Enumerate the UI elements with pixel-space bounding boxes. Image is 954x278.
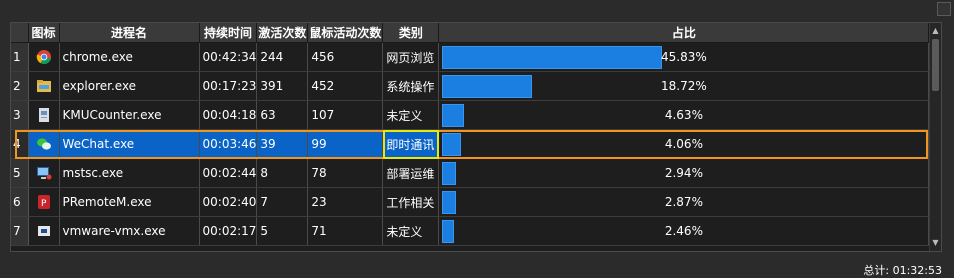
ratio-label: 2.87%	[664, 195, 703, 209]
process-name-cell[interactable]: WeChat.exe	[59, 129, 200, 159]
wechat-icon	[36, 137, 52, 151]
mstsc-icon	[36, 166, 52, 180]
activations-cell[interactable]: 391	[256, 71, 309, 101]
duration-cell[interactable]: 00:17:23	[199, 71, 258, 101]
col-header-category[interactable]: 类别	[382, 23, 440, 43]
table-row[interactable]: 5 mstsc.exe 00:02:44 8 78 部署运维 2.94%	[11, 158, 930, 188]
mouse-activity-cell[interactable]: 456	[307, 42, 384, 72]
duration-cell[interactable]: 00:03:46	[199, 129, 258, 159]
row-index[interactable]: 6	[11, 187, 29, 217]
category-cell[interactable]: 系统操作	[382, 71, 440, 101]
mouse-activity-cell[interactable]: 99	[307, 129, 384, 159]
icon-cell[interactable]	[28, 216, 60, 246]
row-index[interactable]: 4	[11, 129, 29, 159]
ratio-label: 4.06%	[664, 137, 703, 151]
activations-cell[interactable]: 63	[256, 100, 309, 130]
activations-cell[interactable]: 39	[256, 129, 309, 159]
mouse-activity-cell[interactable]: 23	[307, 187, 384, 217]
category-cell[interactable]: 即时通讯	[382, 129, 440, 159]
category-cell[interactable]: 工作相关	[382, 187, 440, 217]
status-bar: 总计: 01:32:53	[0, 252, 954, 277]
duration-cell[interactable]: 00:02:40	[199, 187, 258, 217]
col-header-duration[interactable]: 持续时间	[199, 23, 258, 43]
row-index[interactable]: 1	[11, 42, 29, 72]
ratio-label: 2.46%	[664, 224, 703, 238]
process-name-cell[interactable]: explorer.exe	[59, 71, 200, 101]
col-header-icon[interactable]: 图标	[28, 23, 60, 43]
ratio-label: 4.63%	[664, 108, 703, 122]
col-header-ratio[interactable]: 占比	[438, 23, 930, 43]
duration-cell[interactable]: 00:04:18	[199, 100, 258, 130]
table-row[interactable]: 4 WeChat.exe 00:03:46 39 99 即时通讯 4.06%	[11, 129, 930, 159]
col-header-mouse[interactable]: 鼠标活动次数	[307, 23, 384, 43]
header-row: 图标 进程名 持续时间 激活次数 鼠标活动次数 类别 占比	[11, 23, 930, 43]
icon-cell[interactable]	[28, 42, 60, 72]
scrollbar-thumb[interactable]	[932, 39, 939, 91]
vmware-icon	[36, 224, 52, 238]
chrome-icon	[36, 50, 52, 65]
row-index[interactable]: 2	[11, 71, 29, 101]
premotem-icon: P	[36, 195, 52, 209]
col-header-index[interactable]	[11, 23, 29, 43]
activations-cell[interactable]: 244	[256, 42, 309, 72]
duration-cell[interactable]: 00:02:17	[199, 216, 258, 246]
icon-cell[interactable]	[28, 71, 60, 101]
process-name-cell[interactable]: mstsc.exe	[59, 158, 200, 188]
category-cell[interactable]: 未定义	[382, 100, 440, 130]
col-header-name[interactable]: 进程名	[59, 23, 200, 43]
ratio-cell[interactable]: 2.94%	[438, 158, 930, 188]
row-index[interactable]: 5	[11, 158, 29, 188]
ratio-cell[interactable]: 2.46%	[438, 216, 930, 246]
table-row[interactable]: 6 P PRemoteM.exe 00:02:40 7 23 工作相关 2.87%	[11, 187, 930, 217]
vertical-scrollbar[interactable]: ▲ ▼	[929, 23, 941, 251]
ratio-cell[interactable]: 45.83%	[438, 42, 930, 72]
process-name-cell[interactable]: vmware-vmx.exe	[59, 216, 200, 246]
icon-cell[interactable]	[28, 100, 60, 130]
toolbar	[0, 0, 954, 22]
mouse-activity-cell[interactable]: 452	[307, 71, 384, 101]
mouse-activity-cell[interactable]: 71	[307, 216, 384, 246]
ratio-cell[interactable]: 4.63%	[438, 100, 930, 130]
table-row[interactable]: 7 vmware-vmx.exe 00:02:17 5 71 未定义 2.46%	[11, 216, 930, 246]
ratio-cell[interactable]: 4.06%	[438, 129, 930, 159]
process-grid: 图标 进程名 持续时间 激活次数 鼠标活动次数 类别 占比 1 chrome.ex…	[11, 23, 930, 246]
ratio-label: 18.72%	[661, 79, 707, 93]
scroll-up-arrow-icon[interactable]: ▲	[930, 25, 941, 37]
category-cell[interactable]: 部署运维	[382, 158, 440, 188]
scroll-down-arrow-icon[interactable]: ▼	[930, 237, 941, 249]
process-table[interactable]: 图标 进程名 持续时间 激活次数 鼠标活动次数 类别 占比 1 chrome.ex…	[10, 22, 942, 252]
table-row[interactable]: 2 explorer.exe 00:17:23 391 452 系统操作 18.72%	[11, 71, 930, 101]
icon-cell[interactable]	[28, 129, 60, 159]
mouse-activity-cell[interactable]: 107	[307, 100, 384, 130]
svg-text:P: P	[41, 199, 47, 209]
toolbar-button[interactable]	[937, 2, 951, 16]
category-cell[interactable]: 网页浏览	[382, 42, 440, 72]
duration-cell[interactable]: 00:02:44	[199, 158, 258, 188]
activations-cell[interactable]: 5	[256, 216, 309, 246]
icon-cell[interactable]: P	[28, 187, 60, 217]
explorer-icon	[36, 79, 52, 93]
row-index[interactable]: 3	[11, 100, 29, 130]
mouse-activity-cell[interactable]: 78	[307, 158, 384, 188]
duration-cell[interactable]: 00:42:34	[199, 42, 258, 72]
ratio-label: 45.83%	[661, 50, 707, 64]
col-header-activations[interactable]: 激活次数	[256, 23, 309, 43]
row-index[interactable]: 7	[11, 216, 29, 246]
ratio-cell[interactable]: 2.87%	[438, 187, 930, 217]
process-name-cell[interactable]: chrome.exe	[59, 42, 200, 72]
process-name-cell[interactable]: KMUCounter.exe	[59, 100, 200, 130]
process-name-cell[interactable]: PRemoteM.exe	[59, 187, 200, 217]
table-row[interactable]: 1 chrome.exe 00:42:34 244 456 网页浏览 45.83%	[11, 42, 930, 72]
activations-cell[interactable]: 7	[256, 187, 309, 217]
ratio-cell[interactable]: 18.72%	[438, 71, 930, 101]
icon-cell[interactable]	[28, 158, 60, 188]
table-row[interactable]: 3 KMUCounter.exe 00:04:18 63 107 未定义 4.63%	[11, 100, 930, 130]
kmucounter-icon	[36, 108, 52, 122]
category-cell[interactable]: 未定义	[382, 216, 440, 246]
ratio-label: 2.94%	[664, 166, 703, 180]
activations-cell[interactable]: 8	[256, 158, 309, 188]
